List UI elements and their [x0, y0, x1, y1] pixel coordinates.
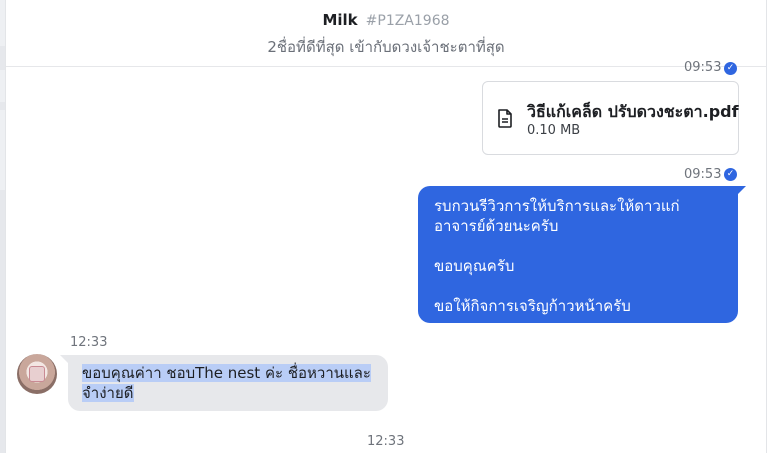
selected-text: ขอบคุณค่าา ชอบThe nest ค่ะ ชื่อหวานและ [82, 364, 371, 382]
avatar-figure [29, 366, 45, 382]
avatar[interactable] [17, 354, 57, 394]
message-line: ขอบคุณครับ [434, 257, 515, 275]
message-line: อาจารย์ด้วยนะครับ [434, 217, 559, 235]
file-size: 0.10 MB [527, 123, 581, 138]
read-check-icon: ✓ [724, 62, 737, 75]
file-name: วิธีแก้เคล็ด ปรับดวงชะตา.pdf [527, 102, 739, 121]
bubble-tail [60, 355, 68, 363]
message-line: ขอให้กิจการเจริญก้าวหน้าครับ [434, 297, 631, 315]
contact-name: Milk [322, 11, 358, 29]
chat-subtitle: 2ชื่อที่ดีที่สุด เข้ากับดวงเจ้าชะตาที่สุ… [267, 38, 505, 56]
bubble-tail [738, 186, 746, 194]
outgoing-message-bubble[interactable]: รบกวนรีวิวการให้บริการและให้ดาวแก่ อาจาร… [418, 186, 738, 323]
message-time: 12:33 [367, 434, 405, 449]
chat-panel: Milk #P1ZA1968 2ชื่อที่ดีที่สุด เข้ากับดว… [5, 0, 767, 453]
message-time: 09:53 [684, 60, 722, 75]
read-check-icon: ✓ [724, 168, 737, 181]
chat-header: Milk #P1ZA1968 2ชื่อที่ดีที่สุด เข้ากับดว… [6, 0, 766, 67]
file-icon [498, 109, 512, 128]
message-line: รบกวนรีวิวการให้บริการและให้ดาวแก่ [434, 197, 680, 215]
message-time: 09:53 [684, 167, 722, 182]
order-code: #P1ZA1968 [365, 13, 450, 29]
selected-text: จำง่ายดี [82, 384, 134, 402]
incoming-message-bubble[interactable]: ขอบคุณค่าา ชอบThe nest ค่ะ ชื่อหวานและ จ… [68, 355, 388, 411]
chat-title: Milk #P1ZA1968 [6, 11, 766, 29]
message-time: 12:33 [70, 335, 108, 350]
file-attachment[interactable]: วิธีแก้เคล็ด ปรับดวงชะตา.pdf 0.10 MB [482, 81, 739, 155]
